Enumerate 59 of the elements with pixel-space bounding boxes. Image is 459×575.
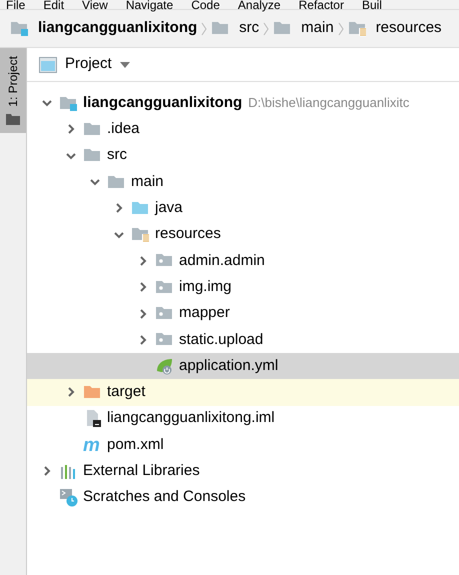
menu-item[interactable]: View xyxy=(82,0,108,11)
leaf-icon xyxy=(155,356,174,376)
dropdown-caret-icon[interactable] xyxy=(120,62,130,68)
tree-item-label: liangcangguanlixitong xyxy=(83,92,242,113)
scratch-clock-icon xyxy=(59,488,78,508)
breadcrumb-chevron-icon xyxy=(338,22,344,36)
menu-item[interactable]: Edit xyxy=(43,0,64,11)
tree-item-label: application.yml xyxy=(179,356,278,376)
tree-row[interactable]: application.yml xyxy=(27,352,459,380)
menu-item[interactable]: Code xyxy=(191,0,220,11)
tree-item-label: External Libraries xyxy=(83,461,200,482)
tree-row[interactable]: External Libraries xyxy=(27,458,459,484)
panel-icon xyxy=(39,56,57,72)
tree-row[interactable]: main xyxy=(27,168,459,196)
tree-item-label: img.img xyxy=(179,276,232,297)
tree-row[interactable]: m pom.xml xyxy=(27,432,459,458)
breadcrumb-item[interactable]: src xyxy=(239,17,260,40)
tree-item-label: src xyxy=(107,145,127,166)
tree-item-label: static.upload xyxy=(179,330,264,350)
resource-folder-icon xyxy=(348,19,367,38)
tree-item-label: admin.admin xyxy=(179,250,265,271)
tree-row[interactable]: img.img xyxy=(27,274,459,300)
tree-item-label: resources xyxy=(155,224,221,244)
tree-item-label: Scratches and Consoles xyxy=(83,487,246,508)
menu-item[interactable]: Refactor xyxy=(298,0,344,11)
tree-row[interactable]: static.upload xyxy=(27,326,459,353)
tree-item-label: liangcangguanlixitong.iml xyxy=(107,408,275,428)
tree-row[interactable]: Scratches and Consoles xyxy=(27,484,459,511)
tree-item-label: .idea xyxy=(107,119,140,140)
tree-row[interactable]: liangcangguanlixitong D:\bishe\liangcangguanlixitc xyxy=(27,90,459,116)
breadcrumb-chevron-icon xyxy=(201,22,208,36)
breadcrumb-item[interactable]: resources xyxy=(376,17,442,40)
tree-item-label: java xyxy=(155,198,183,218)
resource-folder-icon xyxy=(131,225,150,244)
tree-row[interactable]: src xyxy=(27,142,459,169)
module-folder-icon xyxy=(10,19,29,38)
tree-item-label: mapper xyxy=(179,303,230,324)
tree-item-label: target xyxy=(107,382,146,402)
project-tool-tab[interactable]: 1: Project xyxy=(0,48,26,133)
tree-row[interactable]: mapper xyxy=(27,300,459,327)
tree-row[interactable]: java xyxy=(27,195,459,222)
breadcrumb-item[interactable]: main xyxy=(301,17,334,40)
tree-row[interactable]: .idea xyxy=(27,116,459,143)
panel-title[interactable]: Project xyxy=(65,53,112,76)
tree-item-label: pom.xml xyxy=(107,434,164,455)
menu-item[interactable]: Buil xyxy=(362,0,382,11)
tree-row[interactable]: liangcangguanlixitong.iml xyxy=(27,406,459,432)
breadcrumb-item[interactable]: liangcangguanlixitong xyxy=(38,17,198,40)
breadcrumb-chevron-icon xyxy=(263,22,270,36)
tree-row[interactable]: admin.admin xyxy=(27,248,459,274)
project-path: D:\bishe\liangcangguanlixitc xyxy=(248,94,410,112)
menu-item[interactable]: Navigate xyxy=(126,0,174,11)
tree-row[interactable]: resources xyxy=(27,221,459,248)
menu-item[interactable]: File xyxy=(6,0,26,11)
menu-item[interactable]: Analyze xyxy=(238,0,281,11)
maven-m-icon: m xyxy=(83,436,102,454)
tree-item-label: main xyxy=(131,172,164,192)
folder-icon xyxy=(6,112,20,125)
tree-row[interactable]: target xyxy=(27,379,459,406)
